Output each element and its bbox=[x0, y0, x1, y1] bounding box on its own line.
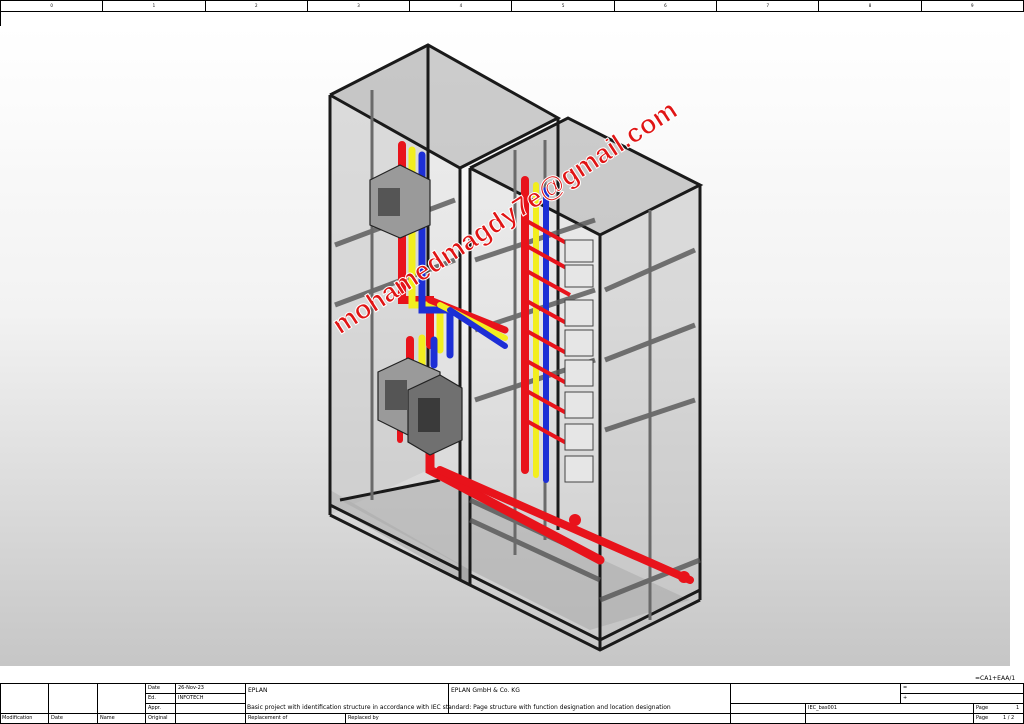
location-code: =CA1+EAA/1 bbox=[975, 675, 1016, 682]
drawing-sheet: 0 1 2 3 4 5 6 7 8 9 mohamedmagdy7e@gmail… bbox=[0, 0, 1024, 724]
col-date-label: Date bbox=[51, 715, 63, 721]
page-label: Page bbox=[976, 705, 989, 711]
date-value: 26-Nov-23 bbox=[178, 685, 204, 691]
ed-label: Ed. bbox=[148, 695, 156, 701]
enclosure-3d-view[interactable]: mohamedmagdy7e@gmail.com bbox=[0, 0, 1024, 724]
date-label: Date bbox=[148, 685, 160, 691]
replaced-by-label: Replaced by bbox=[348, 715, 379, 721]
modification-label: Modification bbox=[2, 715, 33, 721]
replacement-of-label: Replacement of bbox=[248, 715, 288, 721]
original-label: Original bbox=[148, 715, 168, 721]
appr-label: Appr. bbox=[148, 705, 161, 711]
title-block: Date 26-Nov-23 Ed. INFOTECH Appr. Modifi… bbox=[0, 683, 1024, 724]
project-description: Basic project with identification struct… bbox=[247, 704, 671, 711]
eq-symbol: = bbox=[903, 685, 908, 691]
ed-value: INFOTECH bbox=[178, 695, 204, 701]
project-code: IEC_bas001 bbox=[808, 705, 838, 711]
page-label-2: Page bbox=[976, 715, 989, 721]
mcb-column bbox=[564, 239, 594, 483]
company-full: EPLAN GmbH & Co. KG bbox=[451, 687, 520, 694]
company-short: EPLAN bbox=[248, 687, 268, 694]
plus-symbol: + bbox=[903, 695, 908, 701]
page-total: 1 / 2 bbox=[1003, 715, 1015, 721]
name-label: Name bbox=[100, 715, 115, 721]
page-value: 1 bbox=[1016, 705, 1020, 711]
